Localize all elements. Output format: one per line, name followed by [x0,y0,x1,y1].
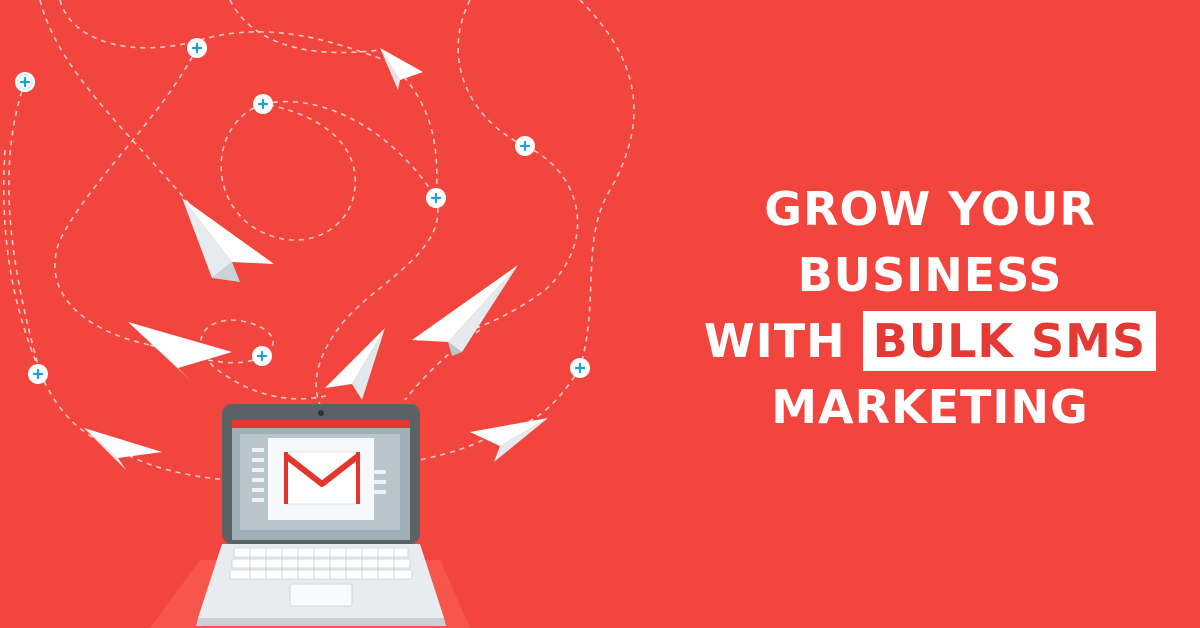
paper-plane-icon [380,48,423,90]
plus-marker-icon [570,358,590,378]
paper-plane-icon [325,328,385,400]
headline-line-3: WITH BULK SMS [690,308,1170,374]
plus-marker-icon [426,188,446,208]
paper-plane-icon [412,265,518,356]
plus-marker-icon [187,38,207,58]
paper-plane-icon [128,322,232,380]
headline-line-2: BUSINESS [797,248,1063,302]
headline-highlight: BULK SMS [862,311,1157,371]
headline: GROW YOUR BUSINESS WITH BULK SMS MARKETI… [690,176,1170,440]
plus-markers [15,38,590,384]
keyboard [229,547,413,580]
laptop-icon [150,404,470,628]
plus-marker-icon [253,94,273,114]
trackpad [289,583,353,607]
headline-line-1: GROW YOUR [764,182,1096,236]
paper-plane-icon [182,198,274,282]
headline-line-4: MARKETING [771,380,1089,434]
paper-plane-icon [84,428,162,470]
plus-marker-icon [252,346,272,366]
plus-marker-icon [515,136,535,156]
plus-marker-icon [28,364,48,384]
headline-line-3-prefix: WITH [703,314,846,368]
envelope-icon [284,451,360,505]
plus-marker-icon [15,72,35,92]
